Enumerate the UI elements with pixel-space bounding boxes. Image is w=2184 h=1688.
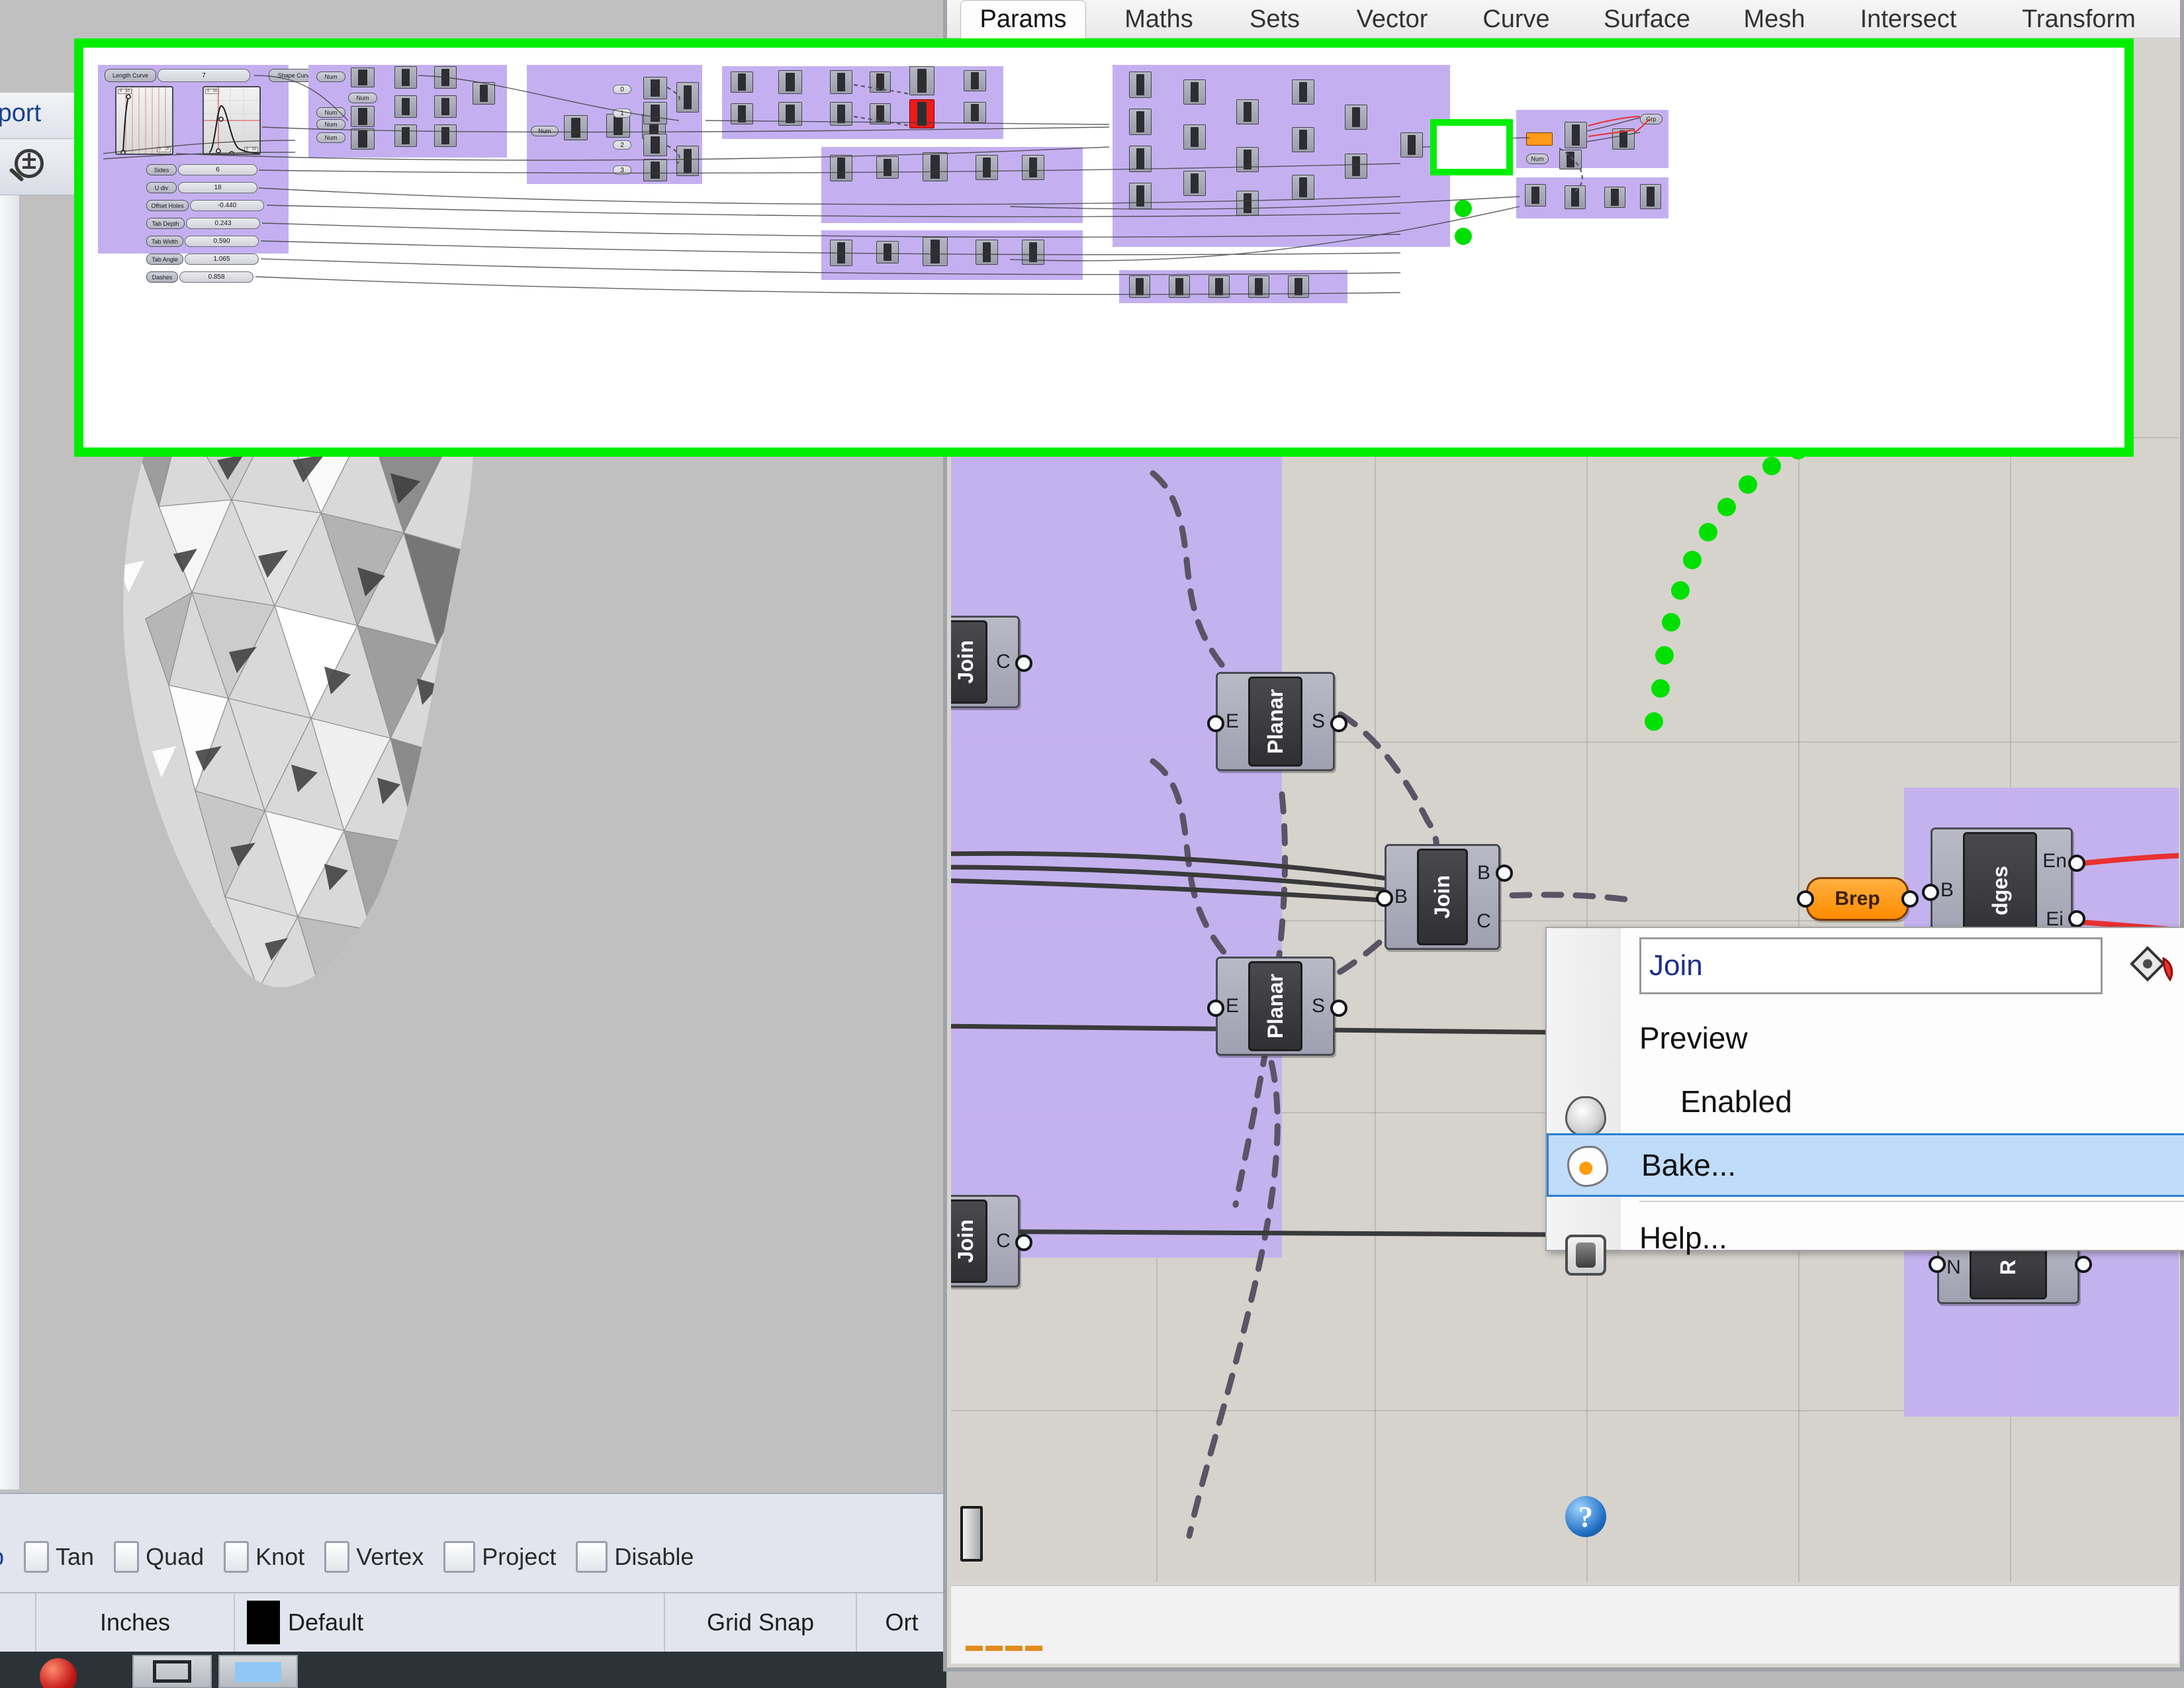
- component-join-1-label: Join: [954, 640, 978, 684]
- component-context-menu[interactable]: Preview Enabled Bake... ? Help...: [1545, 927, 2184, 1251]
- tab-vector[interactable]: Vector: [1334, 0, 1450, 38]
- navigator-thumbnail: Length Curve 7 Shape Curve 3 0 : 10 0 : …: [83, 48, 2124, 447]
- context-menu-item-bake-label: Bake...: [1641, 1147, 1736, 1183]
- osnap-knot[interactable]: Knot: [224, 1541, 304, 1573]
- tab-intersect[interactable]: Intersect: [1837, 0, 1979, 38]
- windows-taskbar[interactable]: [0, 1652, 946, 1688]
- status-grid-snap[interactable]: Grid Snap: [665, 1593, 857, 1652]
- component-planar-2-output-S[interactable]: S: [1304, 959, 1333, 1054]
- osnap-disable[interactable]: Disable: [576, 1541, 694, 1573]
- navigator-current-view-rect[interactable]: [1430, 119, 1513, 175]
- component-join-2[interactable]: Join C: [951, 1195, 1020, 1288]
- status-units[interactable]: Inches: [36, 1593, 235, 1652]
- canvas-navigator-overlay[interactable]: Length Curve 7 Shape Curve 3 0 : 10 0 : …: [74, 38, 2134, 457]
- zoom-in-out-icon[interactable]: [7, 149, 44, 186]
- paint-bucket-icon[interactable]: [2122, 941, 2178, 994]
- status-dots: ▬▬▬▬: [966, 1635, 1045, 1656]
- context-menu-item-bake[interactable]: Bake...: [1547, 1133, 2184, 1197]
- context-menu-item-enabled-label: Enabled: [1680, 1084, 1792, 1119]
- osnap-vertex-checkbox[interactable]: [324, 1541, 349, 1573]
- context-menu-item-help-label: Help...: [1639, 1220, 1727, 1256]
- component-join-1-output-C[interactable]: C: [989, 618, 1018, 706]
- context-menu-item-enabled[interactable]: Enabled: [1547, 1070, 2184, 1133]
- taskbar-item-1[interactable]: [132, 1655, 212, 1688]
- osnap-project[interactable]: Project: [443, 1541, 556, 1573]
- tab-surface[interactable]: Surface: [1582, 0, 1711, 38]
- component-planar-1-output-S[interactable]: S: [1304, 674, 1333, 769]
- rhino-status-bar[interactable]: Inches Default Grid Snap Ort: [0, 1592, 946, 1652]
- component-join-selected-outputs[interactable]: BC: [1469, 846, 1498, 948]
- component-planar-2-label: Planar: [1263, 974, 1288, 1039]
- component-edges-label: dges: [1988, 866, 2013, 915]
- osnap-tan[interactable]: Tan: [24, 1541, 94, 1573]
- nav-wire-layer: [83, 48, 2124, 447]
- tab-transform[interactable]: Transform: [1993, 0, 2165, 38]
- component-join-2-label: Join: [954, 1219, 978, 1263]
- osnap-quad-checkbox[interactable]: [114, 1541, 139, 1573]
- osnap-project-label: Project: [482, 1543, 556, 1571]
- status-ortho[interactable]: Ort: [857, 1593, 946, 1652]
- group-region-left: [951, 424, 1282, 1258]
- taskbar-item-2[interactable]: [218, 1655, 298, 1688]
- osnap-disable-checkbox[interactable]: [576, 1541, 608, 1573]
- component-planar-1-label: Planar: [1263, 689, 1288, 754]
- context-menu-item-preview[interactable]: Preview: [1547, 1006, 2184, 1070]
- osnap-knot-checkbox[interactable]: [224, 1541, 249, 1573]
- param-brep[interactable]: Brep: [1806, 877, 1909, 921]
- help-icon: ?: [1565, 1496, 1606, 1537]
- osnap-disable-label: Disable: [614, 1543, 694, 1571]
- component-name-row[interactable]: [1639, 937, 2184, 994]
- status-layer-label: Default: [288, 1609, 363, 1636]
- context-menu-item-preview-label: Preview: [1639, 1020, 1748, 1056]
- tab-maths[interactable]: Maths: [1103, 0, 1215, 38]
- context-menu-item-help[interactable]: ? Help...: [1547, 1206, 2184, 1270]
- tab-mesh[interactable]: Mesh: [1725, 0, 1824, 38]
- status-spacer: [0, 1593, 36, 1652]
- osnap-quad-label: Quad: [146, 1543, 204, 1571]
- osnap-tan-label: Tan: [56, 1543, 94, 1571]
- osnap-project-checkbox[interactable]: [443, 1541, 475, 1573]
- osnap-tan-checkbox[interactable]: [24, 1541, 49, 1573]
- component-planar-1[interactable]: E Planar S: [1216, 672, 1335, 771]
- component-planar-2[interactable]: E Planar S: [1216, 957, 1335, 1056]
- osnap-knot-label: Knot: [255, 1543, 304, 1571]
- component-join-1[interactable]: Join C: [951, 616, 1020, 708]
- screen: ewport: [0, 0, 2184, 1688]
- osnap-toolbar[interactable]: p Tan Quad Knot Vertex: [0, 1493, 946, 1592]
- osnap-quad[interactable]: Quad: [114, 1541, 204, 1573]
- grasshopper-ribbon-tabs[interactable]: Params Maths Sets Vector Curve Surface M…: [947, 0, 2180, 38]
- layer-color-swatch: [247, 1601, 280, 1644]
- tab-curve[interactable]: Curve: [1463, 0, 1569, 38]
- component-join-selected[interactable]: B Join BC: [1385, 844, 1500, 950]
- osnap-vertex-label: Vertex: [356, 1543, 424, 1571]
- bake-egg-icon: [1567, 1146, 1608, 1187]
- tab-params[interactable]: Params: [960, 0, 1086, 38]
- component-join-selected-label: Join: [1430, 875, 1455, 919]
- osnap-partial-left: p: [0, 1543, 4, 1571]
- canvas-scrollbar-handle[interactable]: [960, 1506, 983, 1562]
- component-join-2-output-C[interactable]: C: [989, 1197, 1018, 1286]
- context-menu-divider: [1639, 1201, 2184, 1202]
- start-orb-icon[interactable]: [40, 1658, 77, 1688]
- rhino-left-toolbar[interactable]: [0, 195, 20, 1489]
- osnap-vertex[interactable]: Vertex: [324, 1541, 424, 1573]
- viewport-title: ewport: [0, 99, 41, 128]
- status-layer[interactable]: Default: [235, 1593, 665, 1652]
- component-name-input[interactable]: [1639, 937, 2103, 994]
- tab-sets[interactable]: Sets: [1228, 0, 1321, 38]
- grasshopper-status-bar: ▬▬▬▬: [951, 1585, 2179, 1664]
